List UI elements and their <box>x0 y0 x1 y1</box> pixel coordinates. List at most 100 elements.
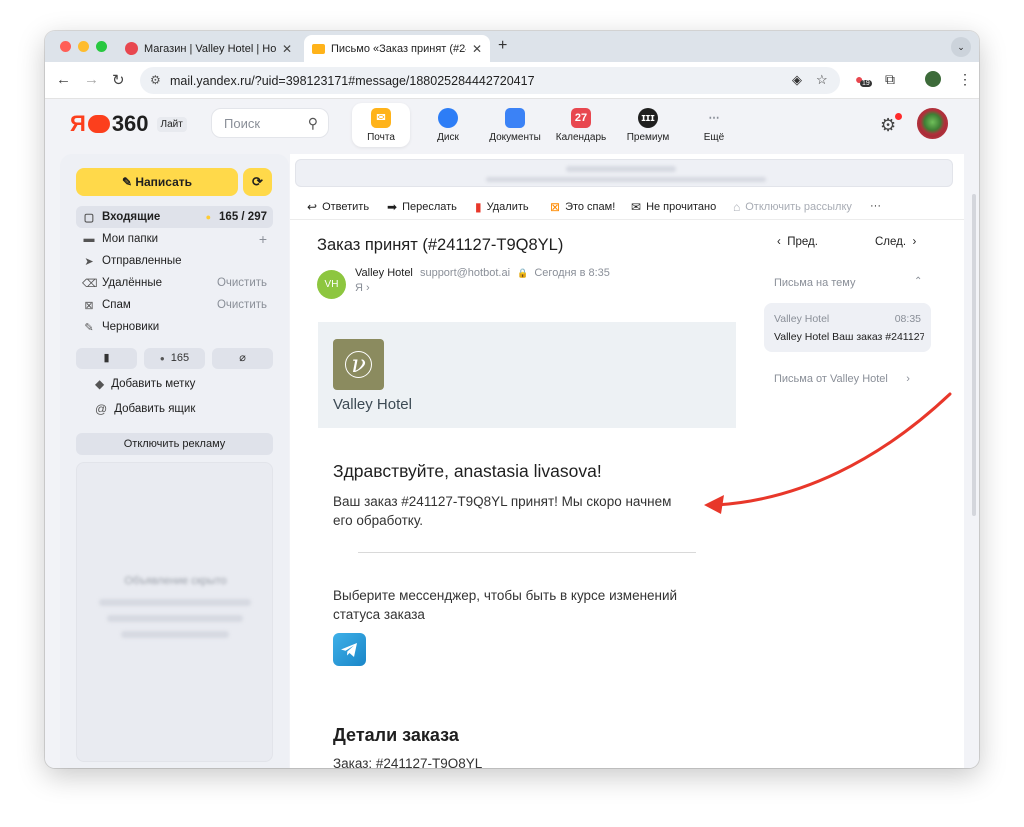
from-sender-link[interactable]: Письма от Valley Hotel › <box>774 373 910 385</box>
order-accepted-text: Ваш заказ #241127-T9Q8YL принят! Мы скор… <box>333 492 671 530</box>
mail-favicon-icon <box>312 43 325 54</box>
disable-ads-button[interactable]: Отключить рекламу <box>76 433 273 455</box>
more-dots-icon: ⋯ <box>708 112 720 124</box>
settings-gear-icon[interactable]: ⚙ <box>880 115 896 136</box>
folder-label: Спам <box>102 299 131 311</box>
service-premium[interactable]: ɪɪɪ Премиум <box>619 103 677 147</box>
search-icon[interactable]: ⚲ <box>308 115 318 132</box>
extension-badge: 19 <box>860 80 872 87</box>
telegram-button[interactable] <box>333 633 366 666</box>
lite-badge[interactable]: Лайт <box>156 116 187 132</box>
service-documents[interactable]: Документы <box>486 103 544 147</box>
user-avatar[interactable] <box>917 108 948 139</box>
service-mail[interactable]: ✉ Почта <box>352 103 410 147</box>
refresh-button[interactable]: ⟳ <box>243 168 272 196</box>
folder-trash[interactable]: ⌫ Удалённые Очистить <box>76 272 273 294</box>
spam-icon: ⊠ <box>550 200 561 214</box>
body-line: его обработку. <box>333 513 423 528</box>
mark-unread-button[interactable]: ✉ Не прочитано <box>631 200 716 214</box>
chevron-right-icon: › <box>366 282 370 294</box>
folder-inbox[interactable]: ▢ Входящие ● 165 / 297 <box>76 206 273 228</box>
tab-search-button[interactable]: ⌄ <box>951 37 971 57</box>
recipient-line[interactable]: Я › <box>355 282 370 294</box>
scrollbar-thumb[interactable] <box>972 194 976 516</box>
tab-shop[interactable]: Магазин | Valley Hotel | Hotbot ✕ <box>117 35 300 62</box>
folder-spam[interactable]: ⊠ Спам Очистить <box>76 294 273 316</box>
forward-icon: ➡ <box>387 200 398 214</box>
folder-sent[interactable]: ➤ Отправленные <box>76 250 273 272</box>
search-input[interactable]: Поиск ⚲ <box>211 108 329 138</box>
valley-hotel-logo: ν <box>333 339 384 390</box>
minimize-window-button[interactable] <box>78 41 89 52</box>
sender-email[interactable]: support@hotbot.ai <box>420 267 510 279</box>
forward-arrow-icon[interactable]: → <box>84 71 99 88</box>
message-view: ↩ Ответить ➡ Переслать ▮ Удалить ⊠ Это спам!… <box>290 154 964 768</box>
browser-window: Магазин | Valley Hotel | Hotbot ✕ Письмо… <box>45 31 979 768</box>
bookmark-star-icon[interactable]: ☆ <box>816 72 828 88</box>
forward-button[interactable]: ➡ Переслать <box>387 200 457 214</box>
thread-message-item[interactable]: Valley Hotel 08:35 Valley Hotel Ваш зака… <box>764 303 931 352</box>
add-folder-icon[interactable]: + <box>259 231 267 247</box>
new-tab-button[interactable]: + <box>498 37 507 55</box>
chevron-up-icon[interactable]: ⌃ <box>914 276 922 287</box>
next-label: След. <box>875 236 907 248</box>
folder-my-folders[interactable]: ▬ Мои папки + <box>76 228 273 250</box>
spam-button[interactable]: ⊠ Это спам! <box>550 200 615 214</box>
reload-icon[interactable]: ↻ <box>112 71 125 89</box>
logo-v-glyph: ν <box>351 350 366 378</box>
yandex-360-logo[interactable]: Я 360 Лайт <box>70 111 187 137</box>
service-more[interactable]: ⋯ Ещё <box>685 103 743 147</box>
service-disk[interactable]: Диск <box>419 103 477 147</box>
maximize-window-button[interactable] <box>96 41 107 52</box>
next-message-button[interactable]: След. › <box>875 236 916 248</box>
folder-label: Черновики <box>102 321 160 333</box>
profile-avatar[interactable] <box>925 71 941 87</box>
message-subject: Заказ принят (#241127-T9Q8YL) <box>317 236 564 254</box>
bookmarks-filter-button[interactable]: ▮ <box>76 348 137 369</box>
extensions-puzzle-icon[interactable]: ⧉ <box>885 71 895 88</box>
unread-count: 165 <box>170 352 190 364</box>
compose-button[interactable]: ✎ Написать <box>76 168 238 196</box>
unread-dot-icon: ● <box>159 354 165 363</box>
clear-spam-button[interactable]: Очистить <box>217 299 267 311</box>
trash-icon: ⌫ <box>82 277 98 290</box>
unread-filter-button[interactable]: ● 165 <box>144 348 205 369</box>
service-calendar[interactable]: 27 Календарь <box>552 103 610 147</box>
tab-title: Письмо «Заказ принят (#24 <box>331 42 466 55</box>
delete-button[interactable]: ▮ Удалить <box>475 200 529 214</box>
sender-avatar[interactable]: VH <box>317 270 346 299</box>
logo-ya: Я <box>70 111 86 136</box>
inbox-count-text: 165 / 297 <box>219 211 267 223</box>
reply-icon: ↩ <box>307 200 318 214</box>
clear-trash-button[interactable]: Очистить <box>217 277 267 289</box>
sender-line[interactable]: Valley Hotel support@hotbot.ai 🔒 Сегодня… <box>355 267 610 279</box>
close-tab-icon[interactable]: ✕ <box>472 42 482 56</box>
sender-name[interactable]: Valley Hotel <box>355 267 413 279</box>
prev-message-button[interactable]: ‹ Пред. <box>777 236 818 248</box>
address-bar[interactable]: ⚙ mail.yandex.ru/?uid=398123171#message/… <box>140 67 840 94</box>
unsubscribe-button[interactable]: ⌂ Отключить рассылку <box>733 200 852 214</box>
ad-blur-line <box>121 631 229 638</box>
close-window-button[interactable] <box>60 41 71 52</box>
on-topic-header[interactable]: Письма на тему <box>774 277 856 289</box>
tab-mail[interactable]: Письмо «Заказ принят (#24 ✕ <box>304 35 490 62</box>
install-app-icon[interactable]: ◈ <box>792 72 802 88</box>
add-mailbox-link[interactable]: @ Добавить ящик <box>95 402 195 416</box>
site-settings-icon[interactable]: ⚙ <box>150 73 161 87</box>
browser-menu-icon[interactable]: ⋮ <box>958 71 972 88</box>
forward-label: Переслать <box>402 201 457 213</box>
folder-drafts[interactable]: ✎ Черновики <box>76 316 273 338</box>
reply-button[interactable]: ↩ Ответить <box>307 200 369 214</box>
add-label-link[interactable]: ◆ Добавить метку <box>95 377 195 391</box>
url-text[interactable]: mail.yandex.ru/?uid=398123171#message/18… <box>170 74 535 88</box>
messenger-text: Выберите мессенджер, чтобы быть в курсе … <box>333 586 677 624</box>
more-actions-button[interactable]: ··· <box>870 200 881 212</box>
tab-bar: Магазин | Valley Hotel | Hotbot ✕ Письмо… <box>45 31 979 62</box>
folder-label: Мои папки <box>102 233 159 245</box>
browser-toolbar: ← → ↻ ⚙ mail.yandex.ru/?uid=398123171#me… <box>45 62 979 99</box>
close-tab-icon[interactable]: ✕ <box>282 42 292 56</box>
back-arrow-icon[interactable]: ← <box>56 71 71 88</box>
attachments-filter-button[interactable]: ⌀ <box>212 348 273 369</box>
mail-icon: ✉ <box>371 108 391 128</box>
folder-label: Отправленные <box>102 255 182 267</box>
